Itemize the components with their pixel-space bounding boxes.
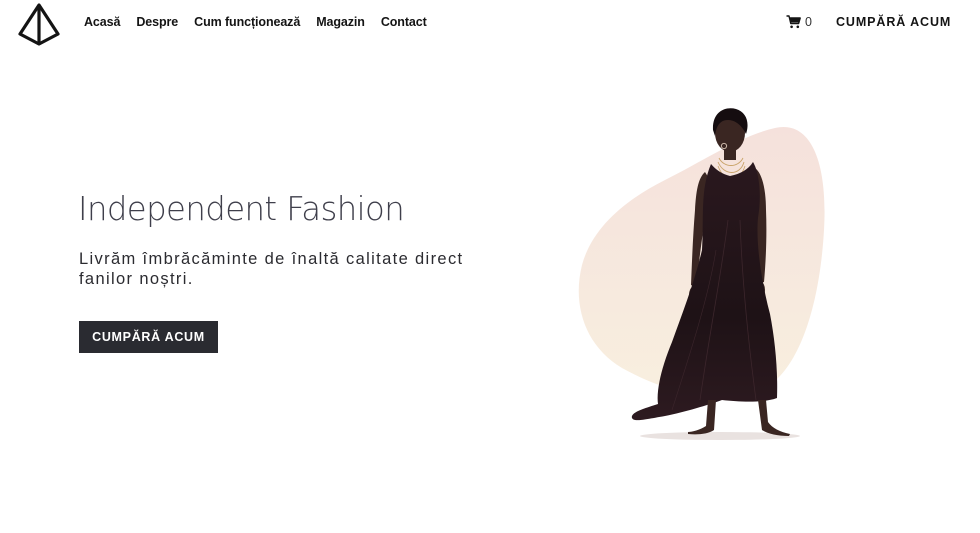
nav-item-despre[interactable]: Despre [136, 15, 178, 29]
nav-item-magazin[interactable]: Magazin [316, 15, 365, 29]
hero-shop-now-button[interactable]: CUMPĂRĂ ACUM [79, 321, 218, 353]
page: Acasă Despre Cum funcționează Magazin Co… [0, 0, 980, 533]
hero-title: Independent Fashion [78, 189, 405, 228]
main-nav: Acasă Despre Cum funcționează Magazin Co… [84, 15, 427, 29]
shopping-cart-icon [786, 15, 801, 29]
cart-button[interactable]: 0 [786, 15, 812, 29]
cart-count: 0 [805, 15, 812, 29]
hero-image [570, 100, 840, 445]
hero-subtitle: Livrăm îmbrăcăminte de înaltă calitate d… [79, 250, 464, 288]
nav-item-cum-functioneaza[interactable]: Cum funcționează [194, 15, 300, 29]
nav-item-acasa[interactable]: Acasă [84, 15, 120, 29]
header-shop-now-button[interactable]: CUMPĂRĂ ACUM [836, 15, 951, 29]
site-header: Acasă Despre Cum funcționează Magazin Co… [0, 0, 980, 48]
nav-item-contact[interactable]: Contact [381, 15, 427, 29]
logo-icon[interactable] [17, 3, 61, 46]
